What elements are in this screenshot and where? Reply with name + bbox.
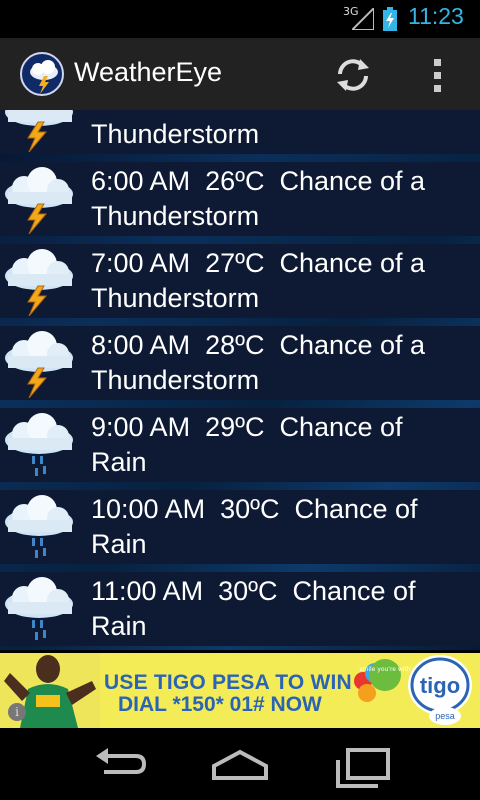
forecast-text: 6:00 AM 26ºC Chance of a Thunderstorm — [91, 164, 476, 234]
ad-banner[interactable]: USE TIGO PESA TO WIN DIAL *150* 01# NOW … — [0, 653, 480, 728]
forecast-line2: Thunderstorm — [91, 283, 260, 313]
back-icon[interactable] — [84, 738, 156, 790]
forecast-row[interactable]: 11:00 AM 30ºC Chance of Rain — [0, 568, 480, 650]
ad-brand-text: tigo — [420, 673, 460, 698]
forecast-line1: 6:00 AM 26ºC Chance of a — [91, 166, 426, 196]
forecast-row[interactable]: 8:00 AM 28ºC Chance of a Thunderstorm — [0, 322, 480, 404]
forecast-line1: 7:00 AM 27ºC Chance of a — [91, 248, 426, 278]
forecast-line2: Rain — [91, 529, 147, 559]
ad-info-icon[interactable]: i — [8, 703, 26, 721]
ad-headline[interactable]: USE TIGO PESA TO WIN — [104, 671, 352, 695]
forecast-list[interactable]: Thunderstorm 6:00 AM 26ºC Chance of a Thun… — [0, 110, 480, 650]
forecast-text: 8:00 AM 28ºC Chance of a Thunderstorm — [91, 328, 476, 398]
forecast-text: Thunderstorm — [91, 110, 476, 152]
forecast-line1: 9:00 AM 29ºC Chance of — [91, 412, 403, 442]
forecast-line2: Rain — [91, 447, 147, 477]
overflow-menu-icon[interactable] — [420, 52, 456, 98]
navigation-bar — [0, 728, 480, 800]
forecast-line2: Thunderstorm — [91, 119, 260, 149]
thunderstorm-icon — [2, 330, 76, 399]
forecast-line1: 8:00 AM 28ºC Chance of a — [91, 330, 426, 360]
rain-icon — [2, 494, 76, 562]
battery-icon — [383, 7, 397, 31]
forecast-row[interactable]: 7:00 AM 27ºC Chance of a Thunderstorm — [0, 240, 480, 322]
forecast-line2: Thunderstorm — [91, 365, 260, 395]
forecast-row[interactable]: 9:00 AM 29ºC Chance of Rain — [0, 404, 480, 486]
forecast-row[interactable]: Thunderstorm — [0, 110, 480, 158]
home-icon[interactable] — [204, 738, 276, 790]
forecast-text: 9:00 AM 29ºC Chance of Rain — [91, 410, 476, 480]
thunderstorm-icon — [2, 248, 76, 317]
thunderstorm-icon — [2, 166, 76, 235]
forecast-text: 11:00 AM 30ºC Chance of Rain — [91, 574, 476, 644]
forecast-text: 7:00 AM 27ºC Chance of a Thunderstorm — [91, 246, 476, 316]
forecast-list-area[interactable]: Thunderstorm 6:00 AM 26ºC Chance of a Thun… — [0, 110, 480, 650]
refresh-icon[interactable] — [330, 52, 376, 98]
forecast-line2: Thunderstorm — [91, 201, 260, 231]
rain-icon — [2, 576, 76, 644]
signal-icon — [352, 8, 374, 30]
forecast-row[interactable]: 6:00 AM 26ºC Chance of a Thunderstorm — [0, 158, 480, 240]
forecast-line2: Rain — [91, 611, 147, 641]
rain-icon — [2, 412, 76, 480]
tigo-logo-icon: smile you're with tigo pesa — [354, 655, 472, 725]
action-bar: WeatherEye — [0, 38, 480, 110]
forecast-row[interactable]: 10:00 AM 30ºC Chance of Rain — [0, 486, 480, 568]
forecast-text: 10:00 AM 30ºC Chance of Rain — [91, 492, 476, 562]
thunderstorm-icon — [2, 110, 76, 153]
ad-subline[interactable]: DIAL *150* 01# NOW — [118, 693, 322, 717]
app-logo-icon[interactable] — [20, 52, 64, 96]
app-title: WeatherEye — [74, 57, 223, 87]
forecast-line1: 11:00 AM 30ºC Chance of — [91, 576, 416, 606]
ad-brand-sub-text: pesa — [435, 711, 455, 721]
ad-bubble-text: smile you're with — [359, 666, 410, 673]
status-clock: 11:23 — [408, 3, 464, 29]
forecast-line1: 10:00 AM 30ºC Chance of — [91, 494, 418, 524]
recent-apps-icon[interactable] — [326, 738, 398, 790]
status-bar: 3G 11:23 — [0, 0, 480, 38]
forecast-line1 — [91, 110, 476, 117]
